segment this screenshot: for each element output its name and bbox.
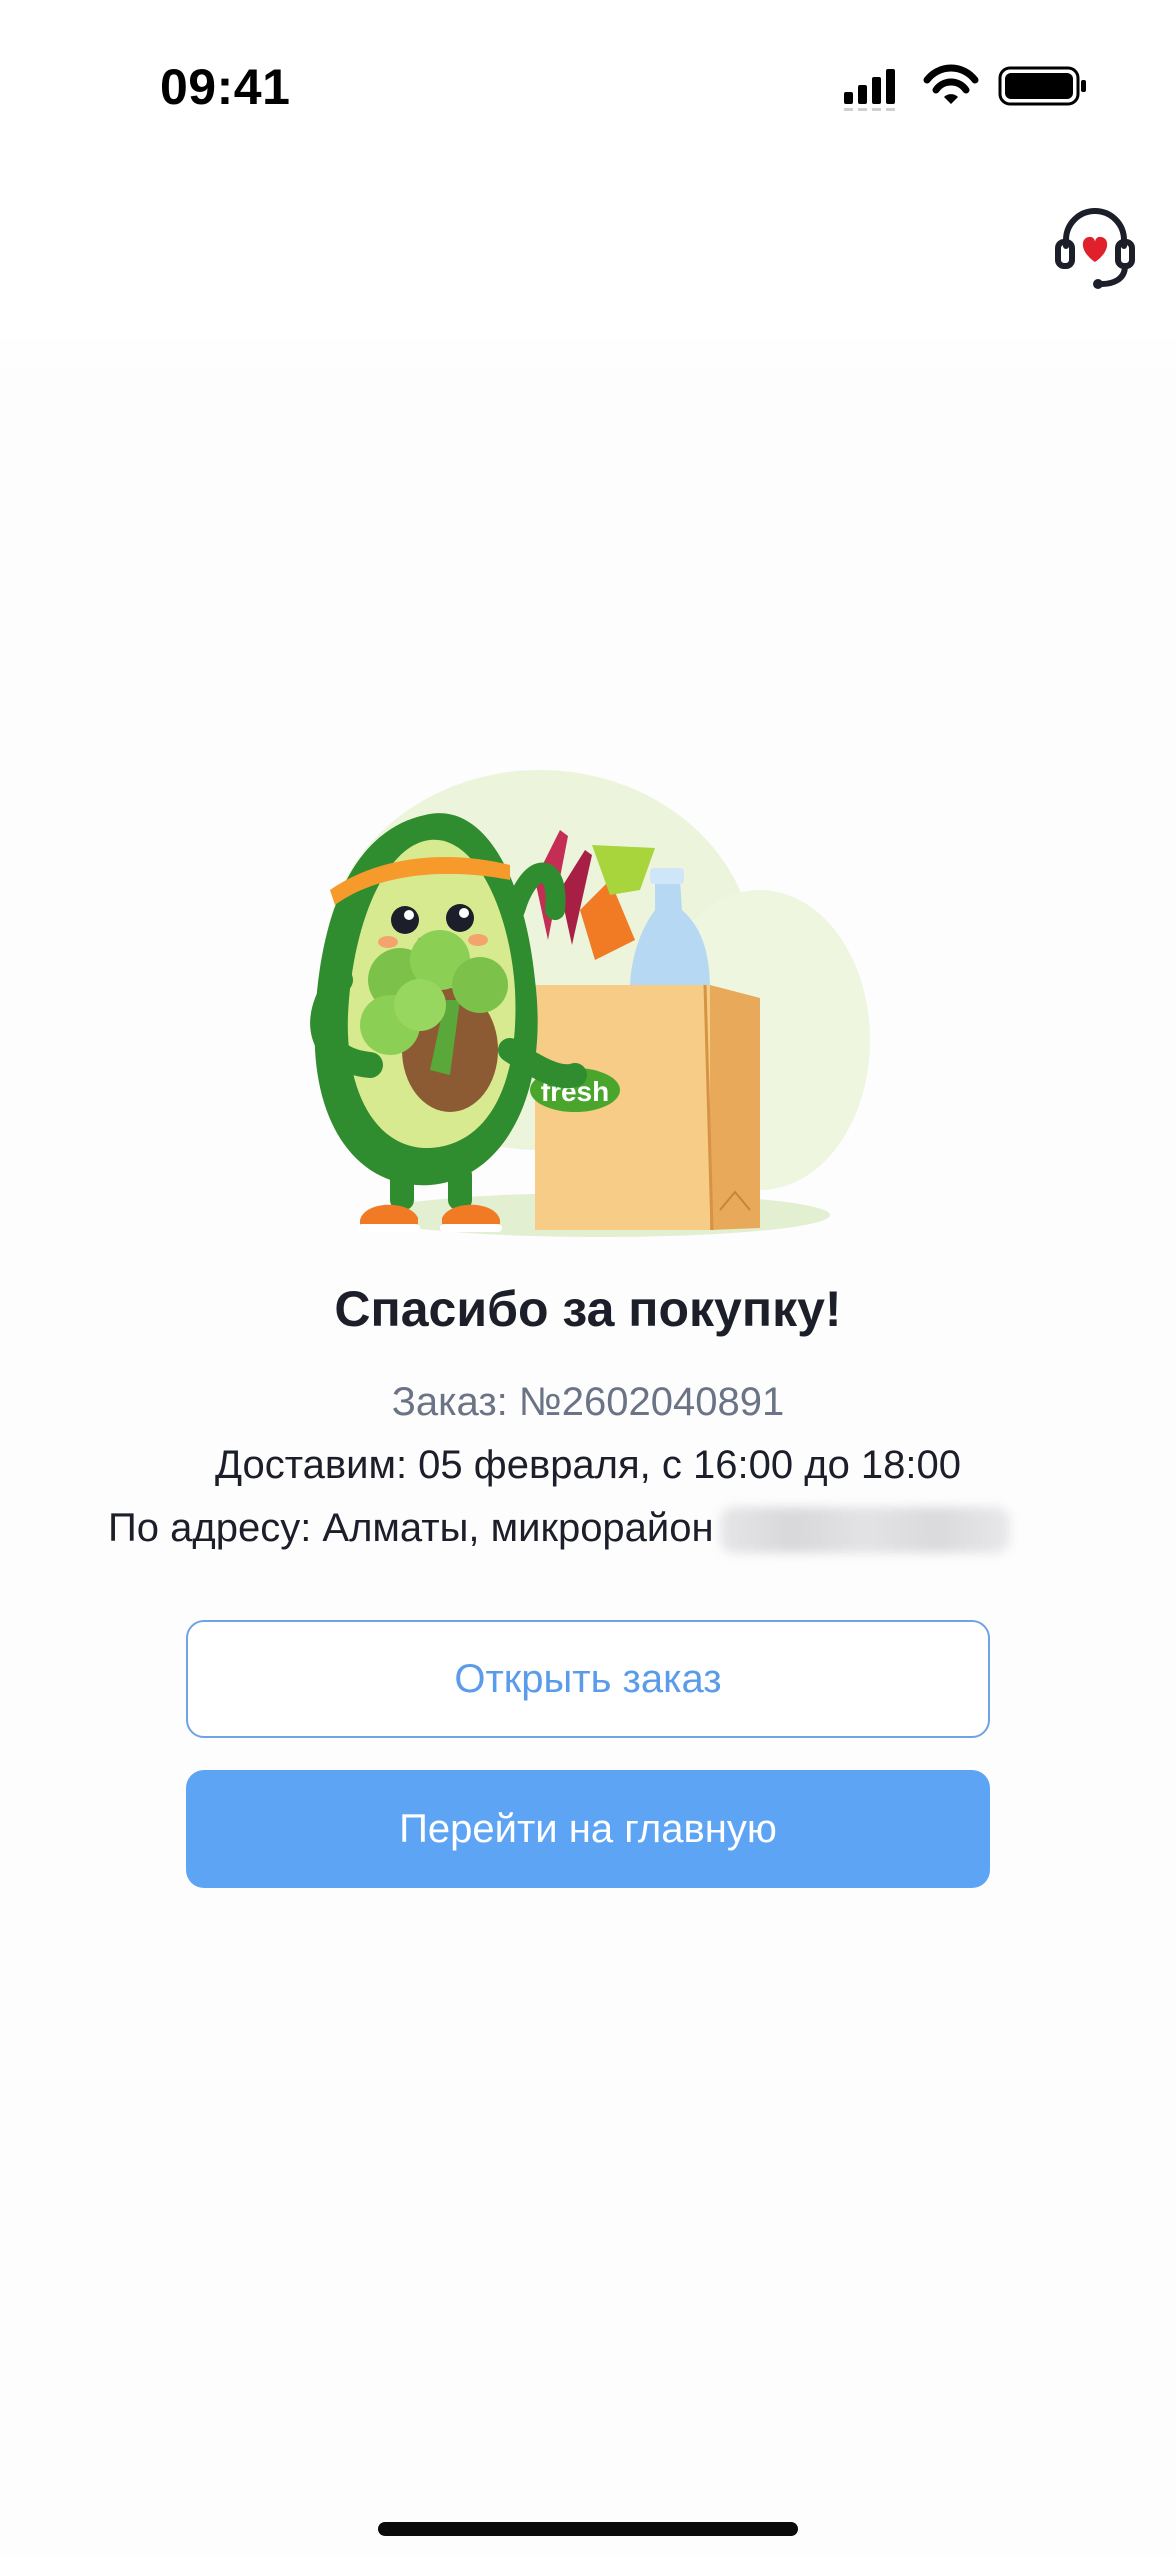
support-button[interactable] xyxy=(1050,200,1140,290)
delivery-address: По адресу: Алматы, микрорайон xyxy=(108,1506,1108,1554)
home-indicator[interactable] xyxy=(378,2522,798,2536)
page-title: Спасибо за покупку! xyxy=(334,1281,842,1337)
go-home-button[interactable]: Перейти на главную xyxy=(186,1770,990,1888)
status-bar: 09:41 xyxy=(0,0,1176,170)
cellular-signal-icon xyxy=(844,69,895,111)
avocado-mascot-grocery-bag-illustration: fresh xyxy=(310,770,870,1237)
status-time: 09:41 xyxy=(160,59,291,115)
order-number: Заказ: №2602040891 xyxy=(391,1380,785,1424)
open-order-button[interactable]: Открыть заказ xyxy=(186,1620,990,1738)
status-icons xyxy=(844,64,1086,111)
address-redacted xyxy=(719,1507,1010,1554)
battery-icon xyxy=(998,66,1086,106)
order-success-screen: 09:41 fresh Спасибо за покупку! Заказ: №… xyxy=(0,0,1176,2556)
delivery-time: Доставим: 05 февраля, с 16:00 до 18:00 xyxy=(214,1443,962,1487)
address-text: По адресу: Алматы, микрорайон xyxy=(108,1506,714,1550)
wifi-icon xyxy=(923,64,979,104)
support-headset-heart-icon xyxy=(1055,208,1135,289)
